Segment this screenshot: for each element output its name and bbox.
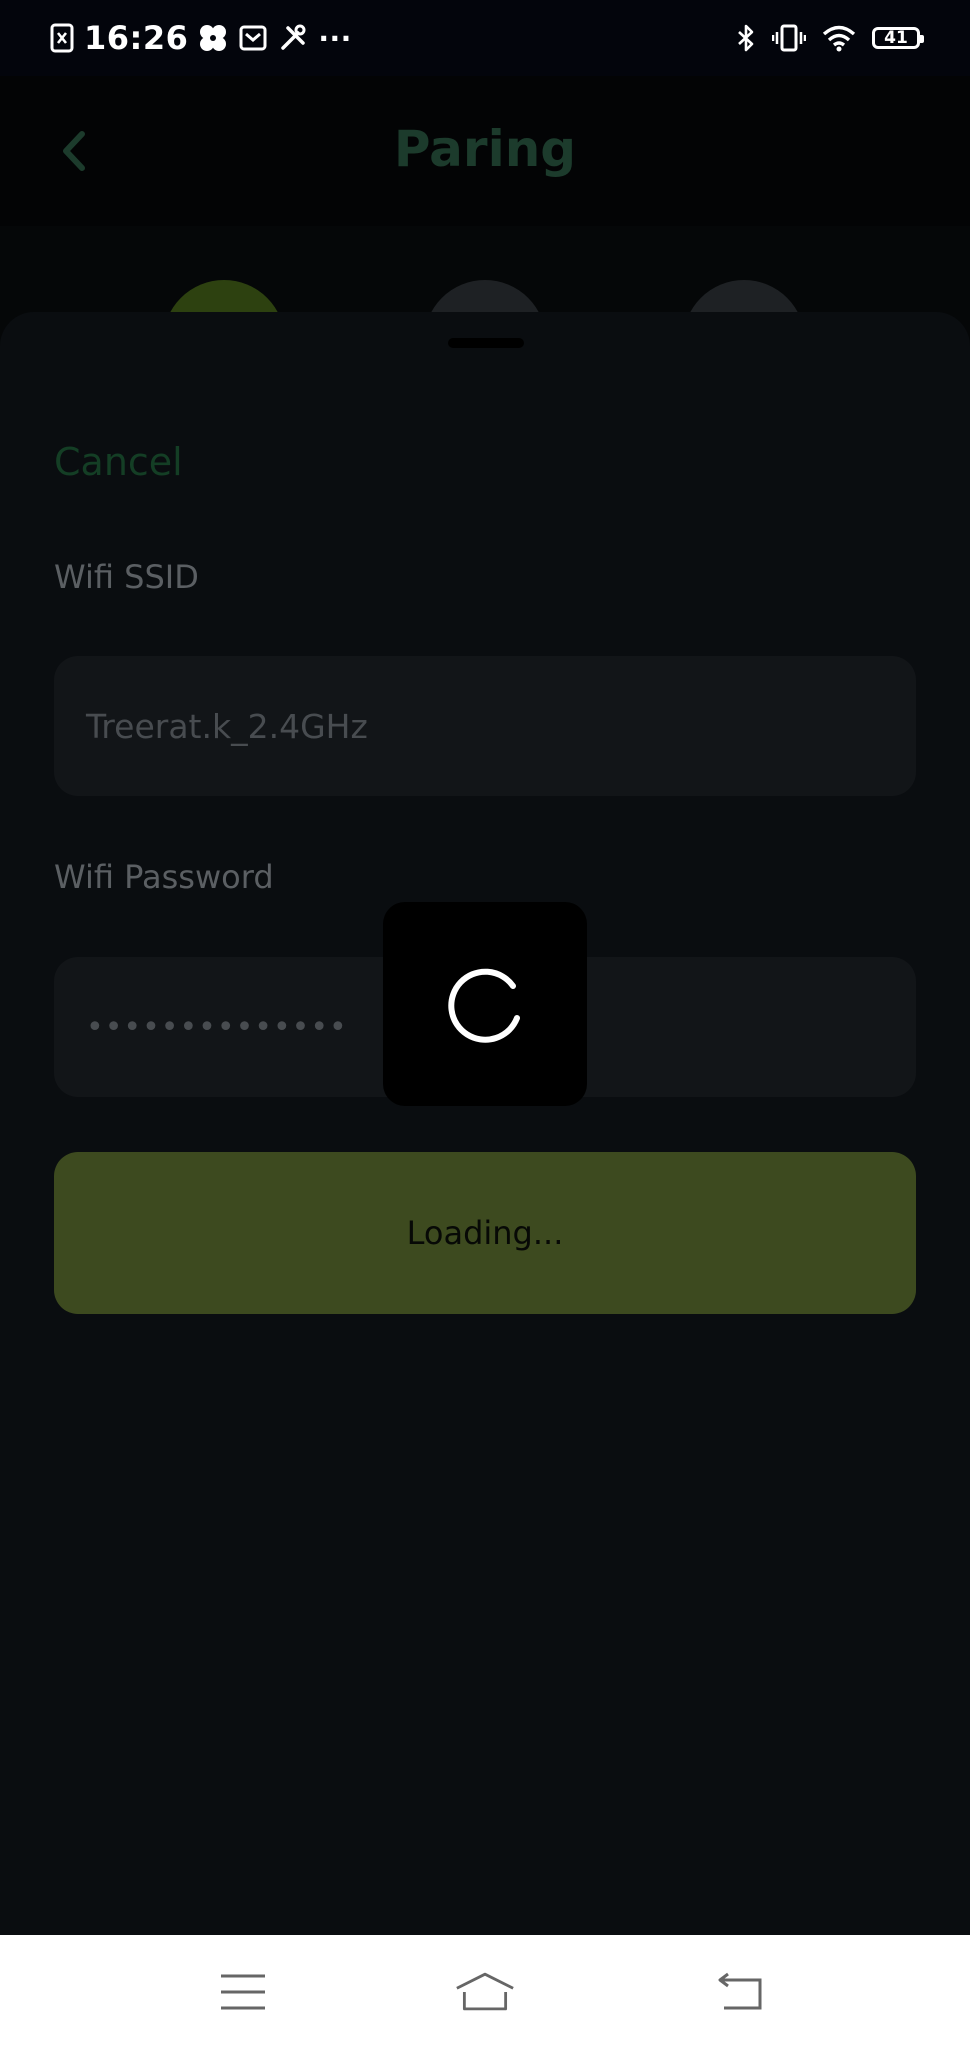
tools-icon [278, 23, 308, 53]
page-title: Paring [393, 120, 577, 178]
battery-level: 41 [884, 28, 908, 48]
wifi-icon [822, 24, 856, 52]
ssid-value: Treerat.k_2.4GHz [86, 706, 368, 746]
menu-icon [221, 1974, 265, 2010]
mail-icon [238, 23, 268, 53]
home-icon [456, 1972, 514, 2011]
password-value: •••••••••••••• [86, 1009, 348, 1045]
status-more: ··· [318, 21, 352, 55]
cancel-button[interactable]: Cancel [54, 440, 183, 484]
submit-button[interactable]: Loading... [54, 1152, 916, 1314]
nav-menu-button[interactable] [213, 1965, 273, 2019]
sim-off-icon [50, 23, 74, 53]
ssid-label: Wifi SSID [54, 558, 199, 596]
header-bar: Paring [0, 76, 970, 226]
battery-icon: 41 [872, 27, 924, 49]
nav-back-button[interactable] [710, 1965, 770, 2019]
loading-overlay [383, 902, 587, 1106]
system-nav-bar [0, 1935, 970, 2048]
sheet-drag-handle[interactable] [448, 338, 524, 348]
spinner-icon [448, 968, 520, 1043]
back-icon [718, 1972, 762, 2010]
password-label: Wifi Password [54, 858, 274, 896]
nav-home-button[interactable] [455, 1965, 515, 2019]
bluetooth-icon [736, 23, 756, 53]
submit-label: Loading... [406, 1214, 564, 1252]
status-bar: 16:26 ··· 41 [0, 0, 970, 76]
vibrate-icon [772, 23, 806, 53]
ssid-field[interactable]: Treerat.k_2.4GHz [54, 656, 916, 796]
wifi-bottom-sheet: Cancel Wifi SSID Treerat.k_2.4GHz Wifi P… [0, 312, 970, 1935]
fan-icon [198, 23, 228, 53]
status-time: 16:26 [84, 19, 189, 57]
